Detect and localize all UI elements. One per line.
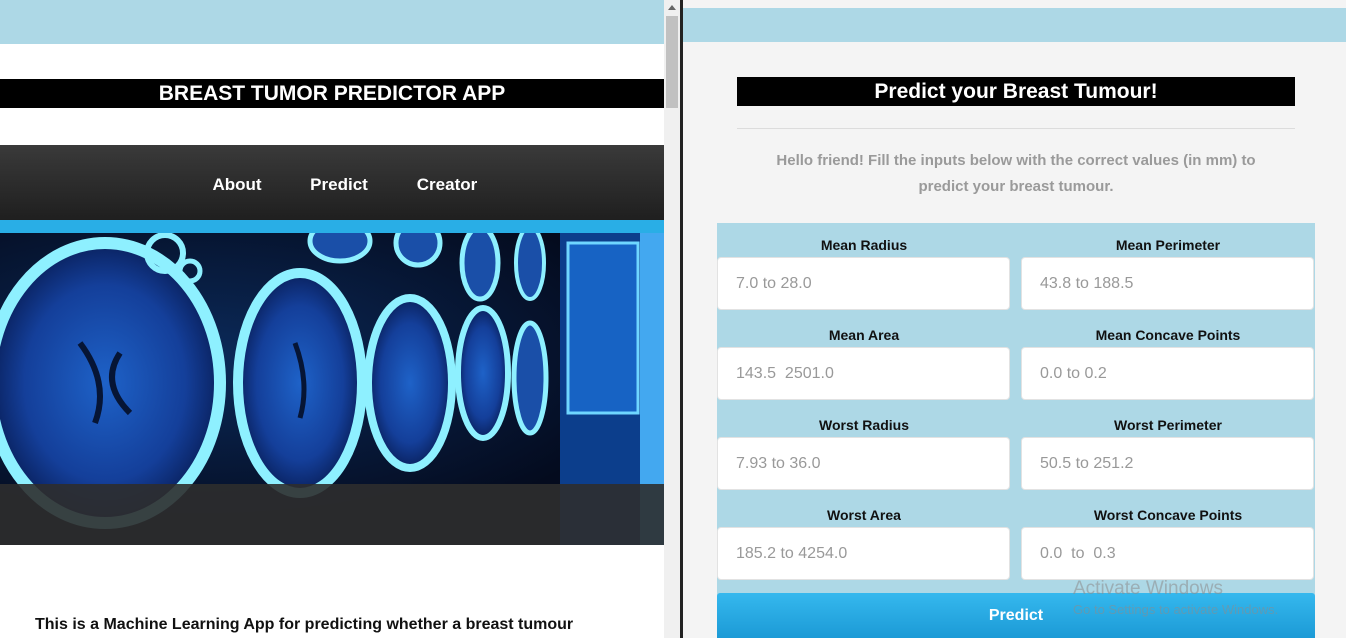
worst-concave-points-label: Worst Concave Points	[1093, 507, 1243, 523]
worst-radius-input[interactable]	[717, 437, 1010, 490]
watermark-line-1: Activate Windows	[1073, 578, 1223, 599]
right-top-banner	[683, 8, 1346, 42]
worst-perimeter-label: Worst Perimeter	[1114, 417, 1222, 433]
app-title: BREAST TUMOR PREDICTOR APP	[0, 79, 664, 108]
nav-predict-link[interactable]: Predict	[310, 175, 368, 195]
worst-area-label: Worst Area	[827, 507, 901, 523]
watermark-line-2: Go to Settings to activate Windows.	[1073, 602, 1279, 617]
intro-text: This is a Machine Learning App for predi…	[35, 616, 574, 633]
worst-concave-points-field: Worst Concave Points	[1021, 493, 1315, 580]
mean-perimeter-input[interactable]	[1021, 257, 1314, 310]
worst-perimeter-field: Worst Perimeter	[1021, 403, 1315, 490]
right-app-window: Predict your Breast Tumour! Hello friend…	[683, 0, 1346, 638]
nav-about-link[interactable]: About	[212, 175, 261, 195]
mean-concave-points-input[interactable]	[1021, 347, 1314, 400]
activate-windows-watermark: Activate Windows Go to Settings to activ…	[1073, 578, 1278, 617]
left-scrollbar[interactable]	[664, 0, 680, 638]
left-app-window: BREAST TUMOR PREDICTOR APP About Predict…	[0, 0, 664, 638]
instructions-text: Hello friend! Fill the inputs below with…	[737, 148, 1295, 200]
hero-ct-scan-image	[0, 233, 664, 545]
worst-perimeter-input[interactable]	[1021, 437, 1314, 490]
mean-area-label: Mean Area	[828, 327, 900, 343]
mean-area-field: Mean Area	[717, 313, 1011, 400]
mean-radius-field: Mean Radius	[717, 223, 1011, 310]
worst-radius-label: Worst Radius	[819, 417, 909, 433]
scrollbar-thumb[interactable]	[666, 16, 678, 108]
left-top-banner	[0, 0, 664, 44]
worst-concave-points-input[interactable]	[1021, 527, 1314, 580]
mean-perimeter-field: Mean Perimeter	[1021, 223, 1315, 310]
nav-creator-link[interactable]: Creator	[417, 175, 477, 195]
mean-radius-input[interactable]	[717, 257, 1010, 310]
predict-page-title: Predict your Breast Tumour!	[737, 77, 1295, 106]
instructions-line-1: Hello friend! Fill the inputs below with…	[776, 152, 1256, 169]
title-divider	[737, 128, 1295, 129]
worst-area-field: Worst Area	[717, 493, 1011, 580]
main-navigation: About Predict Creator	[0, 145, 664, 220]
mean-concave-points-label: Mean Concave Points	[1095, 327, 1241, 343]
instructions-line-2: predict your breast tumour.	[918, 178, 1114, 195]
mean-radius-label: Mean Radius	[820, 237, 908, 253]
mean-concave-points-field: Mean Concave Points	[1021, 313, 1315, 400]
mean-area-input[interactable]	[717, 347, 1010, 400]
worst-area-input[interactable]	[717, 527, 1010, 580]
scroll-up-arrow-icon[interactable]	[668, 5, 676, 10]
worst-radius-field: Worst Radius	[717, 403, 1011, 490]
nav-accent-stripe	[0, 220, 664, 233]
prediction-form: Mean Radius Mean Perimeter Mean Area Mea…	[717, 223, 1315, 638]
mean-perimeter-label: Mean Perimeter	[1115, 237, 1221, 253]
hero-dark-overlay	[0, 484, 664, 545]
